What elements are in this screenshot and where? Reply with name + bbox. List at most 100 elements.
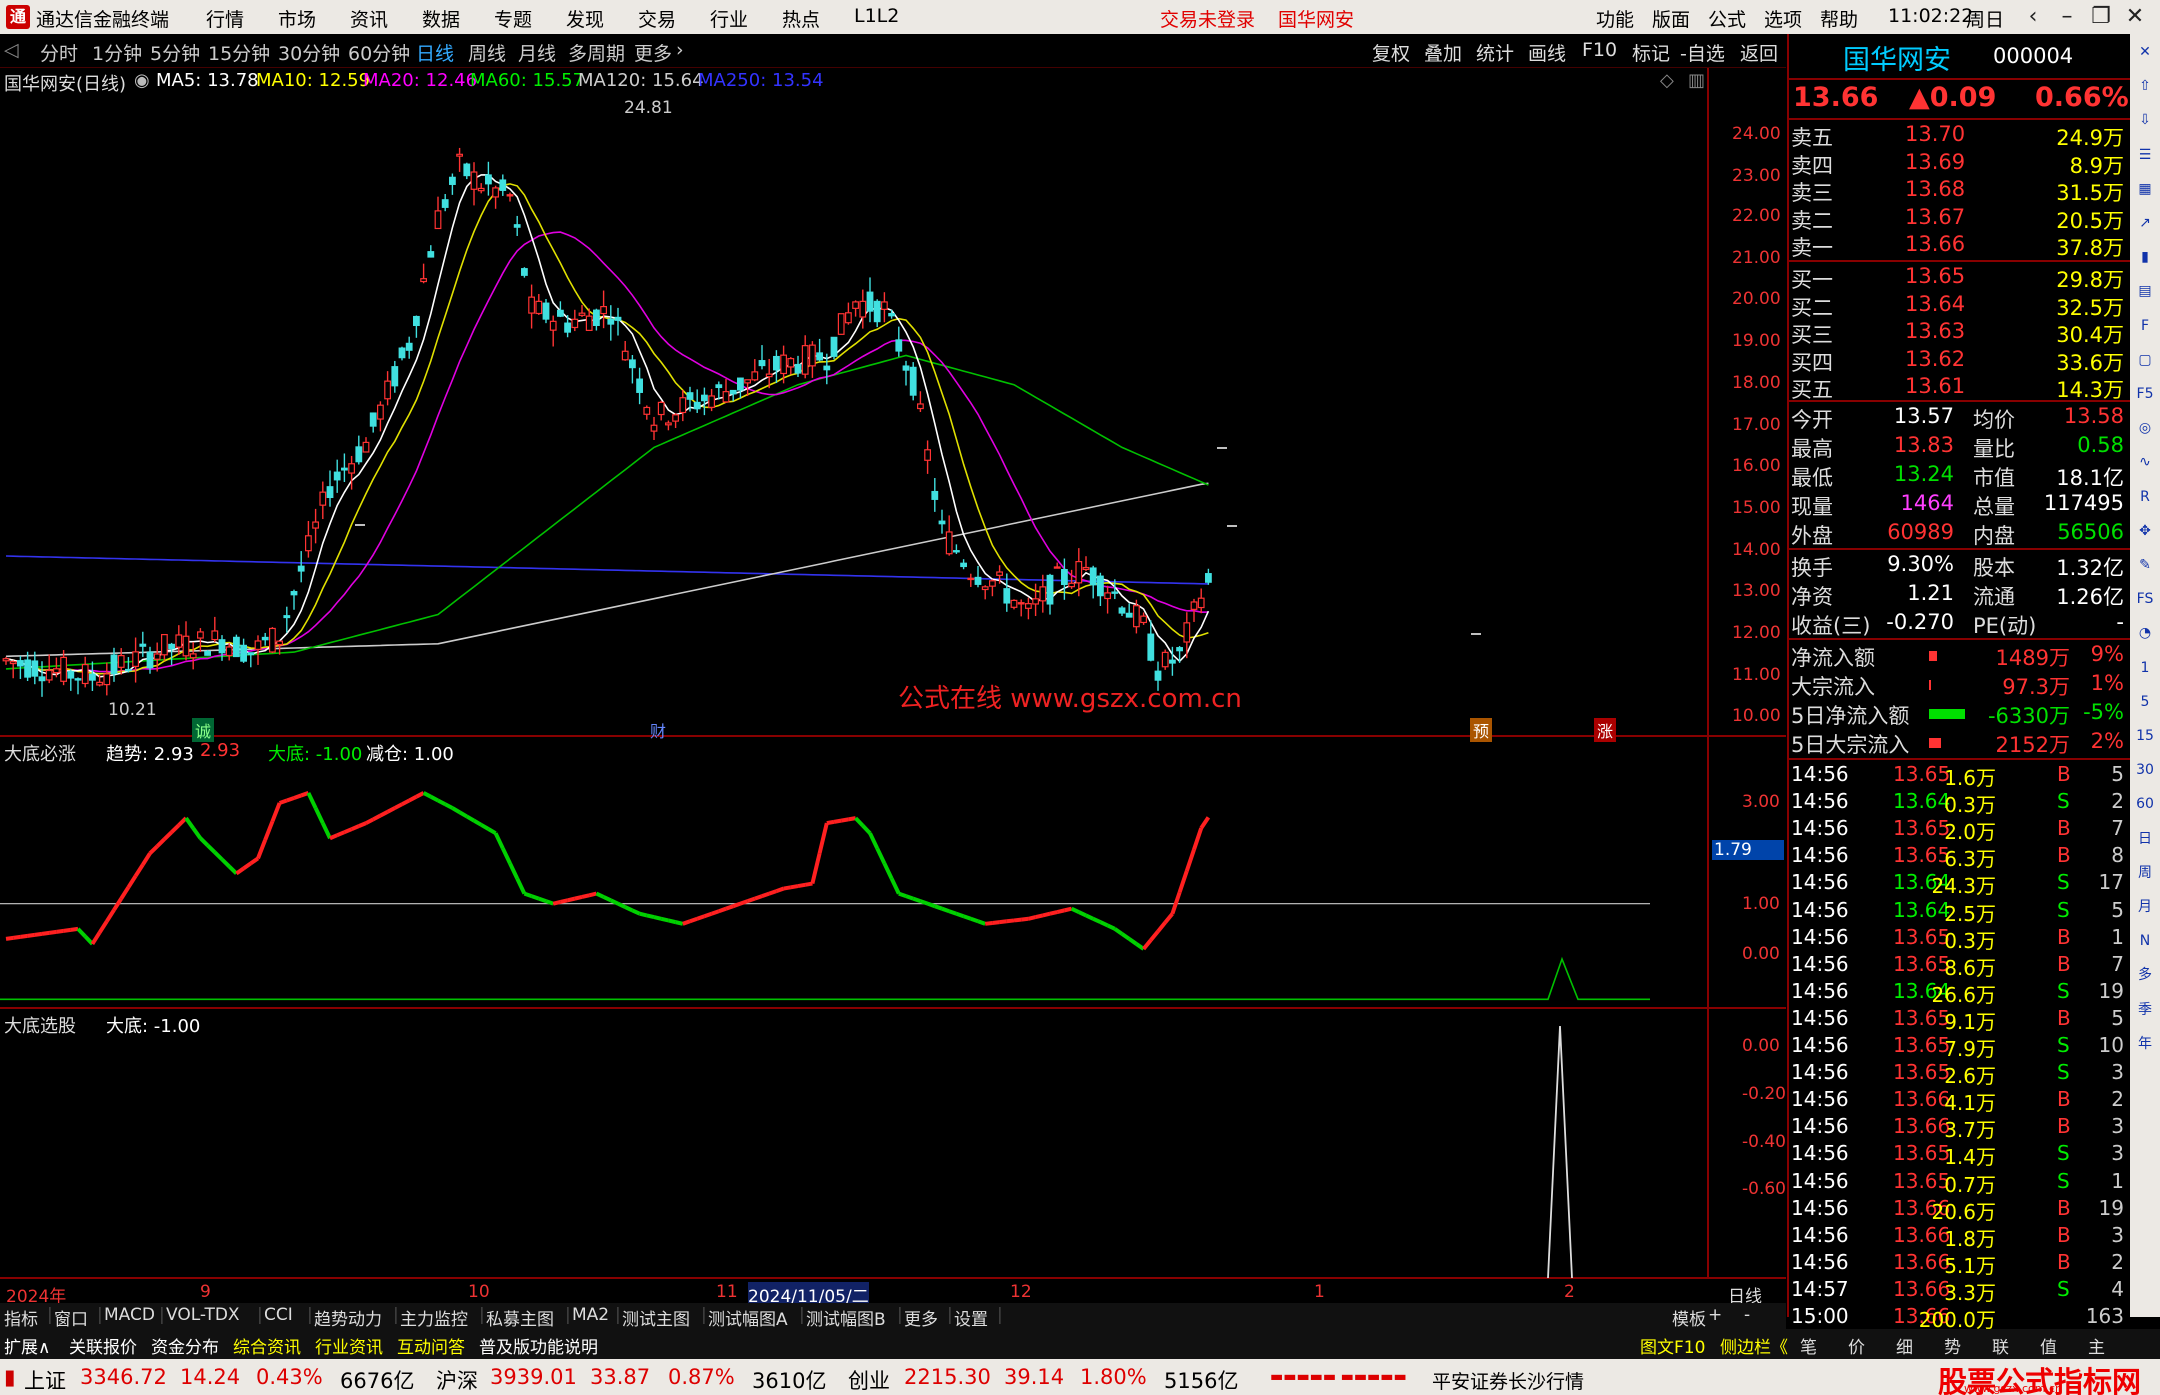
indicator-tab[interactable]: VOL-TDX xyxy=(166,1305,240,1325)
indicator-tab[interactable]: MA2 xyxy=(572,1305,609,1325)
quote-tab[interactable]: 联 xyxy=(1992,1333,2009,1358)
diamond-icon[interactable]: ◇ xyxy=(1660,70,1674,91)
info-tab[interactable]: 互动问答 xyxy=(397,1333,465,1358)
info-tab[interactable]: 资金分布 xyxy=(151,1333,219,1358)
table-icon[interactable]: ▤ xyxy=(2133,279,2157,303)
kline-chart[interactable] xyxy=(0,68,1786,1303)
quote-tab[interactable]: 价 xyxy=(1848,1333,1865,1358)
period-shortcut[interactable]: 季 xyxy=(2133,998,2157,1022)
period-shortcut[interactable]: 5 xyxy=(2133,690,2157,714)
sidebar-toggle[interactable]: 侧边栏《 xyxy=(1720,1333,1788,1358)
back-icon[interactable]: ‹ xyxy=(2016,2,2050,32)
bid-price[interactable]: 13.64 xyxy=(1905,292,1965,316)
menu-discover[interactable]: 发现 xyxy=(566,5,604,32)
indicator-tab[interactable]: 测试幅图A xyxy=(708,1305,788,1330)
menu-news[interactable]: 资讯 xyxy=(350,5,388,32)
period-shortcut[interactable]: 60 xyxy=(2133,792,2157,816)
circle-icon[interactable]: ◎ xyxy=(2133,416,2157,440)
menu-help[interactable]: 帮助 xyxy=(1820,5,1858,32)
period-shortcut[interactable]: 多 xyxy=(2133,963,2157,987)
fs-icon[interactable]: FS xyxy=(2133,587,2157,611)
period-shortcut[interactable]: 15 xyxy=(2133,724,2157,748)
trade-status[interactable]: 交易未登录 xyxy=(1160,5,1255,32)
indicator-tab[interactable]: 设置 xyxy=(954,1305,988,1330)
period-5min[interactable]: 5分钟 xyxy=(150,39,200,66)
panel-toggle-icon[interactable]: ▥ xyxy=(1688,70,1705,91)
period-shortcut[interactable]: 30 xyxy=(2133,758,2157,782)
tool-stats[interactable]: 统计 xyxy=(1476,39,1514,66)
ask-price[interactable]: 13.68 xyxy=(1905,177,1965,201)
menu-data[interactable]: 数据 xyxy=(422,5,460,32)
sz-name[interactable]: 沪深 xyxy=(436,1365,478,1395)
ind1-title[interactable]: 大底必涨 xyxy=(4,740,76,766)
marker-cheng[interactable]: 诚 xyxy=(192,718,215,742)
indicator-tab[interactable]: 窗口 xyxy=(54,1305,88,1330)
tool-mark[interactable]: 标记 xyxy=(1632,39,1670,66)
bid-price[interactable]: 13.61 xyxy=(1905,374,1965,398)
cy-name[interactable]: 创业 xyxy=(848,1365,890,1395)
period-intraday[interactable]: 分时 xyxy=(40,39,78,66)
chart-icon[interactable]: ↗ xyxy=(2133,211,2157,235)
doc-icon[interactable]: ▢ xyxy=(2133,348,2157,372)
period-1min[interactable]: 1分钟 xyxy=(92,39,142,66)
pen-icon[interactable]: ✎ xyxy=(2133,553,2157,577)
f5-icon[interactable]: F5 xyxy=(2133,382,2157,406)
period-more[interactable]: 更多 xyxy=(634,39,672,66)
period-shortcut[interactable]: 月 xyxy=(2133,895,2157,919)
period-daily[interactable]: 日线 xyxy=(416,39,454,66)
bid-price[interactable]: 13.62 xyxy=(1905,347,1965,371)
menu-topic[interactable]: 专题 xyxy=(494,5,532,32)
period-shortcut[interactable]: 1 xyxy=(2133,656,2157,680)
settings-icon[interactable]: ◉ xyxy=(134,70,150,91)
candle-icon[interactable]: ▮ xyxy=(2133,245,2157,269)
menu-layout[interactable]: 版面 xyxy=(1652,5,1690,32)
indicator-tab[interactable]: 测试主图 xyxy=(622,1305,690,1330)
period-15min[interactable]: 15分钟 xyxy=(208,39,270,66)
restore-icon[interactable]: ❐ xyxy=(2084,2,2118,32)
marker-cai[interactable]: 财 xyxy=(650,718,666,742)
info-tab[interactable]: 行业资讯 xyxy=(315,1333,383,1358)
up-icon[interactable]: ⇧ xyxy=(2133,74,2157,98)
quote-tab[interactable]: 主 xyxy=(2088,1333,2105,1358)
f10-icon[interactable]: F xyxy=(2133,314,2157,338)
down-icon[interactable]: ⇩ xyxy=(2133,108,2157,132)
wave-icon[interactable]: ∿ xyxy=(2133,450,2157,474)
indicator-tab[interactable]: 指标 xyxy=(4,1305,38,1330)
tool-draw[interactable]: 画线 xyxy=(1528,39,1566,66)
template-tab[interactable]: - xyxy=(1744,1305,1750,1325)
collapse-icon[interactable]: ◁ xyxy=(4,39,19,61)
menu-l1l2[interactable]: L1L2 xyxy=(854,5,899,27)
marker-zhang[interactable]: 涨 xyxy=(1594,718,1617,742)
tool-restore-rights[interactable]: 复权 xyxy=(1372,39,1410,66)
tool-watchlist[interactable]: -自选 xyxy=(1680,39,1725,66)
period-monthly[interactable]: 月线 xyxy=(518,39,556,66)
menu-hot[interactable]: 热点 xyxy=(782,5,820,32)
menu-formula[interactable]: 公式 xyxy=(1708,5,1746,32)
chevron-right-icon[interactable]: › xyxy=(676,39,684,61)
ask-price[interactable]: 13.70 xyxy=(1905,122,1965,146)
move-icon[interactable]: ✥ xyxy=(2133,519,2157,543)
period-30min[interactable]: 30分钟 xyxy=(278,39,340,66)
rsi-icon[interactable]: R xyxy=(2133,485,2157,509)
ask-price[interactable]: 13.69 xyxy=(1905,150,1965,174)
period-shortcut[interactable]: 日 xyxy=(2133,827,2157,851)
indicator-tab[interactable]: CCI xyxy=(264,1305,293,1325)
menu-market[interactable]: 市场 xyxy=(278,5,316,32)
chart-area[interactable]: 国华网安(日线) ◉ MA5: 13.78 MA10: 12.59 MA20: … xyxy=(0,68,1786,1307)
info-tab[interactable]: 关联报价 xyxy=(69,1333,137,1358)
period-weekly[interactable]: 周线 xyxy=(468,39,506,66)
close-window-icon[interactable]: ✕ xyxy=(2118,2,2152,32)
bid-price[interactable]: 13.63 xyxy=(1905,319,1965,343)
menu-trade[interactable]: 交易 xyxy=(638,5,676,32)
period-shortcut[interactable]: 周 xyxy=(2133,861,2157,885)
pie-icon[interactable]: ◔ xyxy=(2133,621,2157,645)
period-shortcut[interactable]: N xyxy=(2133,929,2157,953)
period-60min[interactable]: 60分钟 xyxy=(348,39,410,66)
f10-tab[interactable]: 图文F10 xyxy=(1640,1333,1705,1358)
menu-industry[interactable]: 行业 xyxy=(710,5,748,32)
indicator-tab[interactable]: 更多 xyxy=(904,1305,938,1330)
quote-tab[interactable]: 笔 xyxy=(1800,1333,1817,1358)
info-tab[interactable]: 普及版功能说明 xyxy=(479,1333,598,1358)
quote-tab[interactable]: 值 xyxy=(2040,1333,2057,1358)
template-tab[interactable]: + xyxy=(1708,1305,1722,1325)
